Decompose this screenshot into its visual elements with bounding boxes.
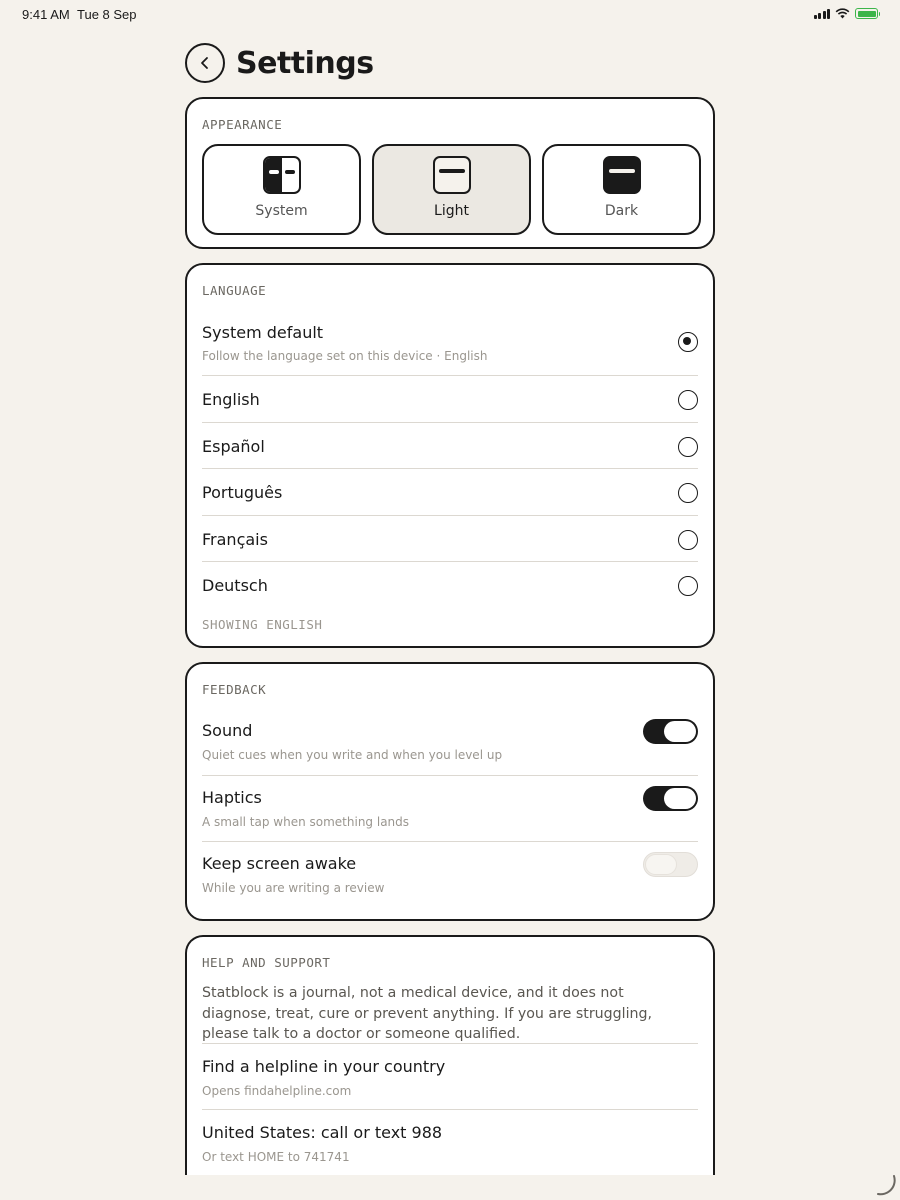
- sound-toggle[interactable]: [643, 719, 698, 744]
- appearance-option-label: System: [255, 203, 308, 219]
- appearance-option-system[interactable]: System: [202, 144, 361, 235]
- appearance-options: System Light Dark: [202, 144, 701, 235]
- showing-language-label: SHOWING ENGLISH: [202, 617, 323, 632]
- help-item-title: United States: call or text 988: [202, 1123, 443, 1142]
- radio-button[interactable]: [678, 390, 698, 410]
- setting-description: Quiet cues when you write and when you l…: [202, 748, 503, 762]
- language-list: System default Follow the language set o…: [202, 311, 698, 609]
- back-button[interactable]: [185, 43, 225, 83]
- radio-button[interactable]: [678, 483, 698, 503]
- language-card: LANGUAGE System default Follow the langu…: [185, 263, 715, 648]
- setting-title: Keep screen awake: [202, 854, 357, 873]
- radio-button[interactable]: [678, 576, 698, 596]
- appearance-section-label: APPEARANCE: [202, 117, 283, 132]
- language-option-portugues[interactable]: Português: [202, 469, 698, 516]
- appearance-option-label: Dark: [604, 203, 639, 219]
- feedback-row-keep-screen-awake: Keep screen awake While you are writing …: [202, 842, 698, 909]
- appearance-option-label: Light: [434, 203, 469, 219]
- setting-description: A small tap when something lands: [202, 814, 410, 829]
- language-option-espanol[interactable]: Español: [202, 423, 698, 469]
- status-bar: 9:41 AM Tue 8 Sep: [0, 0, 900, 28]
- wifi-icon: [835, 8, 850, 19]
- feedback-card: FEEDBACK Sound Quiet cues when you write…: [185, 662, 715, 921]
- appearance-option-dark[interactable]: Dark: [542, 144, 701, 235]
- radio-button[interactable]: [678, 529, 698, 550]
- help-item-description: Opens findahelpline.com: [202, 1084, 352, 1098]
- radio-button[interactable]: [678, 436, 698, 457]
- appearance-card: APPEARANCE System Light Dark: [185, 97, 715, 249]
- language-name: System default: [202, 323, 324, 342]
- help-item-description: Or text HOME to 741741: [202, 1150, 350, 1164]
- radio-button-checked[interactable]: [678, 332, 698, 352]
- status-date: Tue 8 Sep: [77, 7, 137, 22]
- language-option-system-default[interactable]: System default Follow the language set o…: [202, 311, 698, 376]
- page-title: Settings: [236, 45, 374, 81]
- status-icons: [813, 8, 880, 19]
- feedback-row-haptics: Haptics A small tap when something lands: [202, 776, 698, 842]
- feedback-row-sound: Sound Quiet cues when you write and when…: [202, 709, 698, 776]
- feedback-list: Sound Quiet cues when you write and when…: [202, 709, 698, 909]
- language-name: Français: [202, 529, 268, 549]
- battery-charging-icon: [855, 8, 880, 19]
- helpline-link[interactable]: Find a helpline in your country Opens fi…: [202, 1044, 698, 1110]
- language-name: Português: [202, 483, 283, 502]
- appearance-option-light[interactable]: Light: [372, 144, 531, 235]
- page-header: Settings: [185, 43, 374, 83]
- feedback-section-label: FEEDBACK: [202, 682, 267, 697]
- help-section-label: HELP AND SUPPORT: [202, 955, 331, 970]
- loading-spinner-icon: [877, 1175, 896, 1196]
- cellular-signal-icon: [813, 8, 830, 19]
- bottom-background: [0, 1175, 900, 1200]
- help-list: Find a helpline in your country Opens fi…: [202, 1043, 698, 1176]
- setting-description: While you are writing a review: [202, 881, 385, 895]
- status-time: 9:41 AM: [22, 7, 70, 22]
- setting-title: Sound: [202, 721, 253, 740]
- haptics-toggle[interactable]: [643, 785, 698, 811]
- language-name: Español: [202, 436, 265, 456]
- keep-screen-awake-toggle[interactable]: [643, 852, 698, 877]
- medical-disclaimer: Statblock is a journal, not a medical de…: [202, 985, 653, 1042]
- language-description: Follow the language set on this device ·…: [202, 349, 488, 363]
- setting-title: Haptics: [202, 787, 262, 807]
- language-name: Deutsch: [202, 576, 268, 595]
- help-item-title: Find a helpline in your country: [202, 1057, 446, 1076]
- theme-light-icon: [432, 156, 471, 194]
- language-section-label: LANGUAGE: [202, 283, 267, 298]
- language-option-francais[interactable]: Français: [202, 516, 698, 562]
- language-option-english[interactable]: English: [202, 376, 698, 423]
- us-988-link[interactable]: United States: call or text 988 Or text …: [202, 1110, 698, 1176]
- chevron-left-icon: [201, 57, 208, 69]
- help-support-card: HELP AND SUPPORT Statblock is a journal,…: [185, 935, 715, 1195]
- language-name: English: [202, 390, 260, 409]
- language-option-deutsch[interactable]: Deutsch: [202, 562, 698, 609]
- theme-system-icon: [262, 156, 301, 194]
- theme-dark-icon: [602, 156, 641, 194]
